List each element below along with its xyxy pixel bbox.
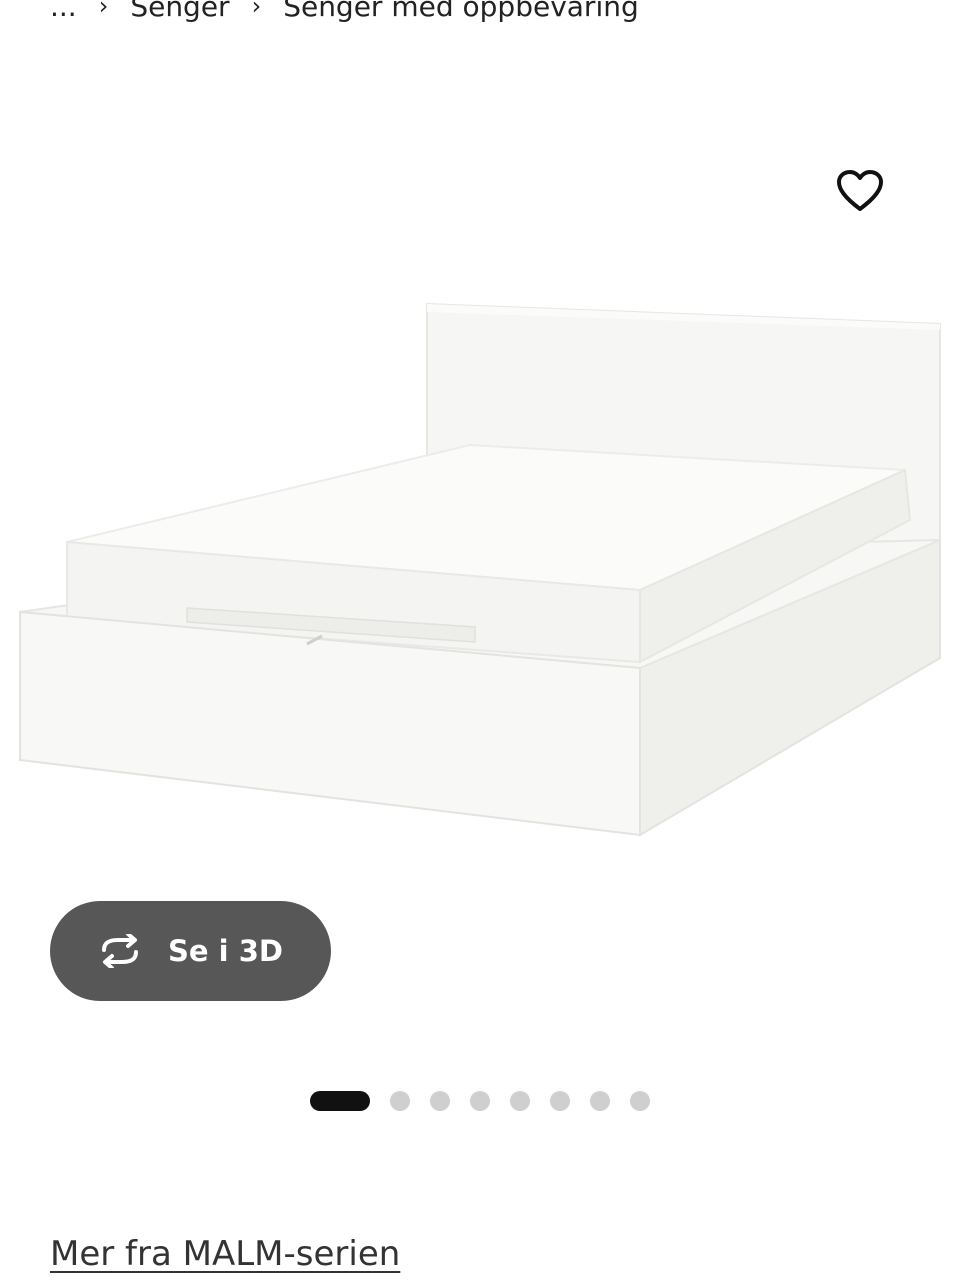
carousel-dot[interactable] xyxy=(390,1091,410,1111)
rotate-arrows-icon xyxy=(102,934,138,968)
series-link[interactable]: Mer fra MALM-serien xyxy=(50,1234,400,1274)
carousel-dot[interactable] xyxy=(630,1091,650,1111)
carousel-dot[interactable] xyxy=(510,1091,530,1111)
breadcrumb-separator: › xyxy=(98,0,109,20)
bed-image xyxy=(19,302,941,837)
carousel-dot[interactable] xyxy=(470,1091,490,1111)
view-in-3d-label: Se i 3D xyxy=(168,934,283,968)
carousel-indicator xyxy=(310,1090,670,1112)
carousel-dot-active[interactable] xyxy=(310,1091,370,1111)
breadcrumb-senger-med-oppbevaring[interactable]: Senger med oppbevaring xyxy=(283,0,639,23)
carousel-dot[interactable] xyxy=(430,1091,450,1111)
carousel-dot[interactable] xyxy=(550,1091,570,1111)
favorite-button[interactable] xyxy=(824,158,896,224)
breadcrumb-senger[interactable]: Senger xyxy=(130,0,229,23)
view-in-3d-button[interactable]: Se i 3D xyxy=(50,901,331,1001)
breadcrumb-more[interactable]: ... xyxy=(50,0,77,23)
product-image[interactable] xyxy=(0,290,960,890)
breadcrumb: ... › Senger › Senger med oppbevaring xyxy=(50,0,639,26)
heart-outline-icon xyxy=(837,170,883,211)
carousel-dot[interactable] xyxy=(590,1091,610,1111)
breadcrumb-separator: › xyxy=(251,0,262,20)
